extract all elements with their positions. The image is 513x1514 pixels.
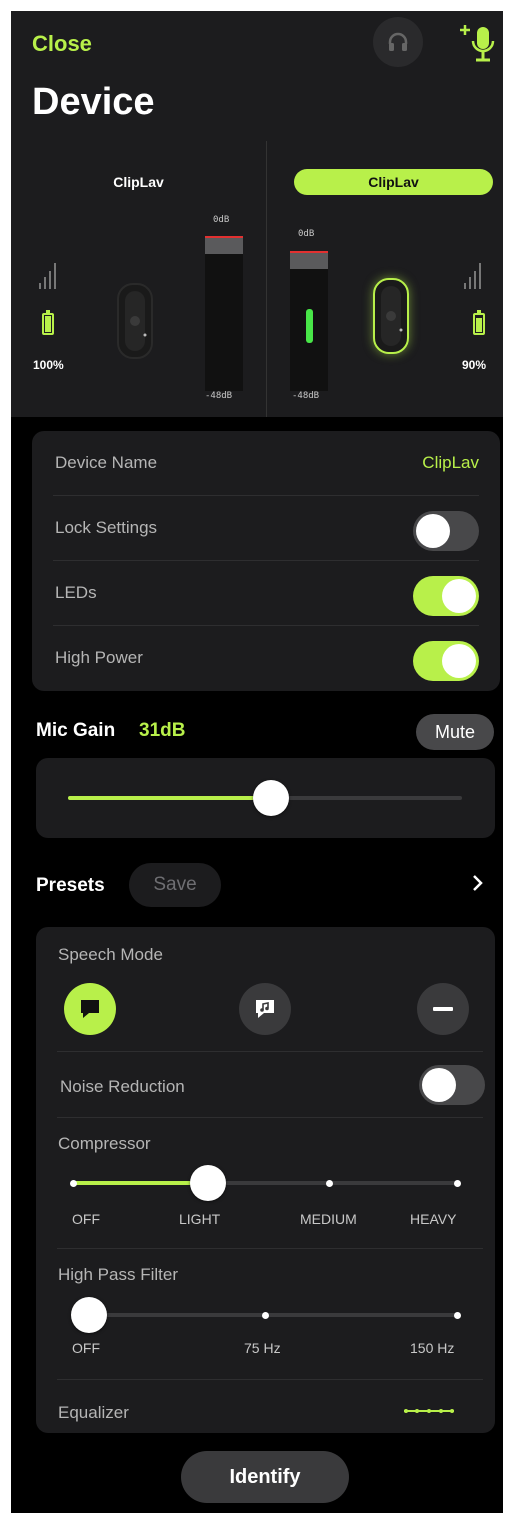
settings-card: Device Name ClipLav Lock Settings LEDs H… <box>32 431 500 691</box>
battery-left-percent: 100% <box>33 358 64 372</box>
minus-icon <box>433 1007 453 1011</box>
device-left-image[interactable] <box>117 283 153 359</box>
equalizer-icon[interactable] <box>402 1405 456 1417</box>
compressor-tick-heavy: HEAVY <box>410 1211 457 1227</box>
meters-panel: ClipLav 0dB -48dB 100% ClipLav 0dB -48dB <box>11 141 503 417</box>
presets-label: Presets <box>36 875 105 896</box>
device-right-name[interactable]: ClipLav <box>294 169 493 195</box>
meter-left <box>205 236 243 391</box>
chevron-right-icon[interactable] <box>471 873 485 893</box>
leds-row: LEDs <box>53 561 479 626</box>
music-bubble-icon <box>256 1000 274 1018</box>
meter-right <box>290 251 328 391</box>
high-power-row: High Power <box>53 626 479 691</box>
compressor-label: Compressor <box>58 1134 151 1153</box>
noise-reduction-label: Noise Reduction <box>60 1077 185 1096</box>
compressor-tick-medium: MEDIUM <box>300 1211 357 1227</box>
speech-mode-option[interactable] <box>64 983 116 1035</box>
compressor-stop[interactable] <box>70 1180 77 1187</box>
high-pass-filter-stop[interactable] <box>454 1312 461 1319</box>
lock-settings-toggle[interactable] <box>413 511 479 551</box>
meter-right-bottom-label: -48dB <box>292 391 320 401</box>
page-title: Device <box>32 81 155 123</box>
compressor-tick-light: LIGHT <box>179 1211 221 1227</box>
divider <box>57 1379 483 1380</box>
equalizer-label: Equalizer <box>58 1403 129 1422</box>
meter-right-peak <box>290 251 328 269</box>
meter-left-top-label: 0dB <box>213 215 230 225</box>
signal-right-icon <box>464 261 481 289</box>
battery-left-icon <box>42 310 54 335</box>
meter-left-bottom-label: -48dB <box>205 391 233 401</box>
compressor-tick-off: OFF <box>72 1211 100 1227</box>
identify-button[interactable]: Identify <box>181 1451 349 1503</box>
speech-mode-label: Speech Mode <box>58 945 163 964</box>
add-microphone-icon[interactable] <box>459 21 499 65</box>
headphones-icon <box>388 32 408 51</box>
signal-left-icon <box>39 261 56 289</box>
save-preset-button[interactable]: Save <box>129 863 221 907</box>
compressor-stop[interactable] <box>454 1180 461 1187</box>
hpf-tick-off: OFF <box>72 1340 100 1356</box>
off-mode-option[interactable] <box>417 983 469 1035</box>
clip-mic-icon <box>381 286 403 346</box>
device-name-row[interactable]: Device Name ClipLav <box>53 431 479 496</box>
meter-left-peak <box>205 236 243 254</box>
headphones-button[interactable] <box>373 17 423 67</box>
high-pass-filter-label: High Pass Filter <box>58 1265 178 1284</box>
compressor-stop[interactable] <box>326 1180 333 1187</box>
divider <box>266 141 267 417</box>
compressor-slider[interactable] <box>73 1181 457 1185</box>
divider <box>57 1248 483 1249</box>
battery-right-percent: 90% <box>462 358 487 372</box>
high-power-label: High Power <box>55 648 143 667</box>
high-pass-filter-stop[interactable] <box>262 1312 269 1319</box>
device-name-label: Device Name <box>55 453 158 472</box>
leds-toggle[interactable] <box>413 576 479 616</box>
high-power-toggle[interactable] <box>413 641 479 681</box>
mic-gain-card <box>36 758 495 838</box>
noise-reduction-toggle[interactable] <box>419 1065 485 1105</box>
lock-settings-row: Lock Settings <box>53 496 479 561</box>
device-right-image[interactable] <box>373 278 409 354</box>
app-window: Close Device ClipLav 0dB -48dB 100% Clip… <box>11 11 503 1513</box>
compressor-fill <box>73 1181 207 1185</box>
meter-right-top-label: 0dB <box>298 229 315 239</box>
hpf-tick-150: 150 Hz <box>410 1340 455 1356</box>
compressor-thumb[interactable] <box>190 1165 226 1201</box>
mic-gain-thumb[interactable] <box>253 780 289 816</box>
clip-mic-icon <box>125 291 147 351</box>
device-name-value[interactable]: ClipLav <box>422 453 479 473</box>
music-mode-option[interactable] <box>239 983 291 1035</box>
leds-label: LEDs <box>55 583 97 602</box>
header: Close Device <box>11 11 503 141</box>
close-button[interactable]: Close <box>32 31 92 57</box>
mic-gain-fill <box>68 796 270 800</box>
mute-button[interactable]: Mute <box>416 714 494 750</box>
divider <box>57 1117 483 1118</box>
mic-gain-label: Mic Gain <box>36 720 116 741</box>
divider <box>57 1051 483 1052</box>
lock-settings-label: Lock Settings <box>55 518 158 537</box>
meter-right-level <box>306 309 313 343</box>
battery-right-icon <box>473 310 485 335</box>
speech-bubble-icon <box>81 1000 99 1018</box>
high-pass-filter-thumb[interactable] <box>71 1297 107 1333</box>
mic-gain-value: 31dB <box>139 720 186 741</box>
preset-card: Speech Mode Noise Reduction Compressor O… <box>36 927 495 1433</box>
hpf-tick-75: 75 Hz <box>244 1340 281 1356</box>
device-left-name[interactable]: ClipLav <box>81 174 196 190</box>
